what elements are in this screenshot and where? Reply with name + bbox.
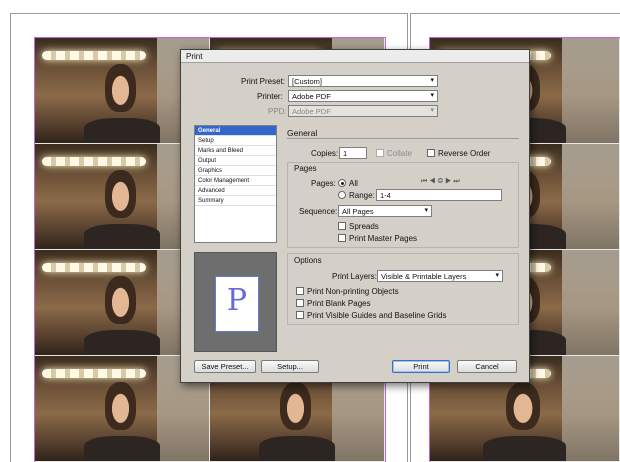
pages-range-label: Range:: [349, 191, 375, 200]
print-layers-select[interactable]: Visible & Printable Layers ▾: [377, 270, 503, 282]
print-preset-value: [Custom]: [292, 77, 323, 86]
spreads-label: Spreads: [349, 222, 379, 231]
ppd-label: PPD:: [268, 107, 287, 116]
page-preview: P: [194, 252, 277, 352]
print-preset-select[interactable]: [Custom] ▾: [288, 75, 438, 87]
sequence-value: All Pages: [342, 207, 374, 216]
sidebar-item-summary[interactable]: Summary: [195, 196, 276, 206]
sidebar-item-color-management[interactable]: Color Management: [195, 176, 276, 186]
page-navigation-icons[interactable]: ⏮◀◎▶⏭: [421, 178, 462, 186]
print-button[interactable]: Print: [392, 360, 450, 373]
sidebar-item-advanced[interactable]: Advanced: [195, 186, 276, 196]
general-divider: [287, 138, 519, 139]
printer-select[interactable]: Adobe PDF ▾: [288, 90, 438, 102]
sidebar-item-setup[interactable]: Setup: [195, 136, 276, 146]
sequence-label: Sequence:: [299, 207, 338, 216]
pages-range-input[interactable]: 1-4: [376, 189, 502, 201]
print-dialog: Print Print Preset: [Custom] ▾ Printer: …: [180, 49, 530, 383]
spreads-checkbox[interactable]: [338, 222, 346, 230]
collate-label: Collate: [387, 149, 412, 158]
print-layers-value: Visible & Printable Layers: [381, 272, 467, 281]
sidebar-item-output[interactable]: Output: [195, 156, 276, 166]
pages-range-radio[interactable]: [338, 191, 346, 199]
print-layers-label: Print Layers:: [332, 272, 377, 281]
copies-label: Copies:: [311, 149, 339, 158]
blank-pages-label: Print Blank Pages: [307, 299, 371, 308]
category-list: General Setup Marks and Bleed Output Gra…: [194, 125, 277, 243]
chevron-down-icon: ▾: [430, 77, 434, 84]
reverse-order-label: Reverse Order: [438, 149, 491, 158]
sidebar-item-general[interactable]: General: [195, 126, 276, 136]
pages-label: Pages:: [311, 179, 336, 188]
ppd-value: Adobe PDF: [292, 107, 331, 116]
ppd-select: Adobe PDF ▾: [288, 105, 438, 117]
non-printing-label: Print Non-printing Objects: [307, 287, 399, 296]
chevron-down-icon: ▾: [495, 272, 499, 279]
pages-heading: Pages: [294, 164, 317, 173]
save-preset-button[interactable]: Save Preset...: [194, 360, 256, 373]
chevron-down-icon: ▾: [430, 92, 434, 99]
chevron-down-icon: ▾: [430, 107, 434, 114]
print-master-pages-label: Print Master Pages: [349, 234, 418, 243]
pages-all-label: All: [349, 179, 358, 188]
print-master-pages-checkbox[interactable]: [338, 234, 346, 242]
non-printing-checkbox[interactable]: [296, 287, 304, 295]
printer-value: Adobe PDF: [292, 92, 331, 101]
preview-letter: P: [226, 283, 248, 318]
setup-button[interactable]: Setup...: [261, 360, 319, 373]
preview-sheet: P: [215, 276, 259, 332]
chevron-down-icon: ▾: [424, 207, 428, 214]
copies-input[interactable]: 1: [339, 147, 367, 159]
options-heading: Options: [294, 256, 322, 265]
cancel-button[interactable]: Cancel: [457, 360, 517, 373]
print-preset-label: Print Preset:: [241, 77, 286, 86]
sidebar-item-marks-and-bleed[interactable]: Marks and Bleed: [195, 146, 276, 156]
sidebar-item-graphics[interactable]: Graphics: [195, 166, 276, 176]
dialog-title: Print: [181, 50, 529, 63]
visible-guides-checkbox[interactable]: [296, 311, 304, 319]
general-heading: General: [287, 128, 318, 138]
pages-all-radio[interactable]: [338, 179, 346, 187]
printer-label: Printer:: [257, 92, 283, 101]
visible-guides-label: Print Visible Guides and Baseline Grids: [307, 311, 447, 320]
collate-checkbox[interactable]: [376, 149, 384, 157]
sequence-select[interactable]: All Pages ▾: [338, 205, 432, 217]
blank-pages-checkbox[interactable]: [296, 299, 304, 307]
reverse-order-checkbox[interactable]: [427, 149, 435, 157]
